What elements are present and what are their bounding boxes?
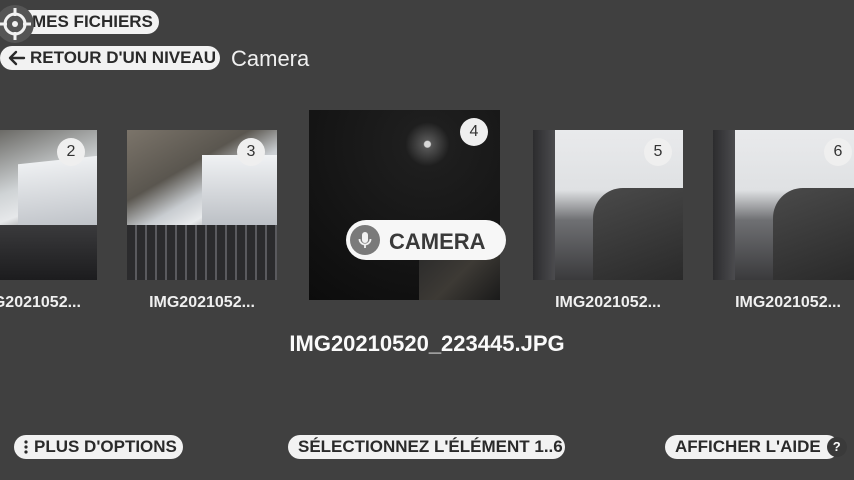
help-icon: ? [826, 437, 847, 457]
more-vertical-icon [24, 440, 28, 454]
voice-label: CAMERA [389, 229, 486, 254]
more-options-label: PLUS D'OPTIONS [34, 437, 177, 456]
selected-filename: IMG20210520_223445.JPG [289, 331, 565, 356]
select-item-label: SÉLECTIONNEZ L'ÉLÉMENT 1..6 [298, 437, 563, 456]
my-files-button[interactable]: MES FICHIERS [18, 10, 159, 34]
thumbnail-2[interactable]: 2 [0, 130, 97, 280]
thumbnail-caption: IMG2021052... [555, 294, 661, 311]
thumbnail-5[interactable]: 5 [533, 130, 683, 280]
thumbnail-3[interactable]: 3 [127, 130, 277, 280]
show-help-button[interactable]: AFFICHER L'AIDE? [665, 435, 847, 459]
arrow-left-icon [8, 50, 26, 66]
thumbnail-4[interactable]: 4 [309, 110, 500, 300]
thumbnail-number: 3 [237, 138, 265, 166]
thumbnail-number: 6 [824, 138, 852, 166]
voice-label-pill: CAMERA [346, 220, 506, 260]
thumbnail-caption: IMG2021052... [0, 294, 81, 311]
thumbnail-caption: IMG2021052... [149, 294, 255, 311]
back-button[interactable]: RETOUR D'UN NIVEAU [0, 46, 220, 70]
thumbnail-number: 5 [644, 138, 672, 166]
select-item-button[interactable]: SÉLECTIONNEZ L'ÉLÉMENT 1..6 [288, 435, 565, 459]
my-files-label: MES FICHIERS [32, 12, 153, 31]
show-help-label: AFFICHER L'AIDE [675, 437, 821, 456]
back-label: RETOUR D'UN NIVEAU [30, 48, 217, 67]
more-options-button[interactable]: PLUS D'OPTIONS [14, 435, 183, 459]
thumbnail-number: 4 [460, 118, 488, 146]
thumbnail-6[interactable]: 6 [713, 130, 854, 280]
thumbnail-number: 2 [57, 138, 85, 166]
microphone-icon [350, 225, 380, 255]
thumbnail-caption: IMG2021052... [735, 294, 841, 311]
folder-title: Camera [231, 46, 310, 71]
target-icon [0, 5, 34, 43]
